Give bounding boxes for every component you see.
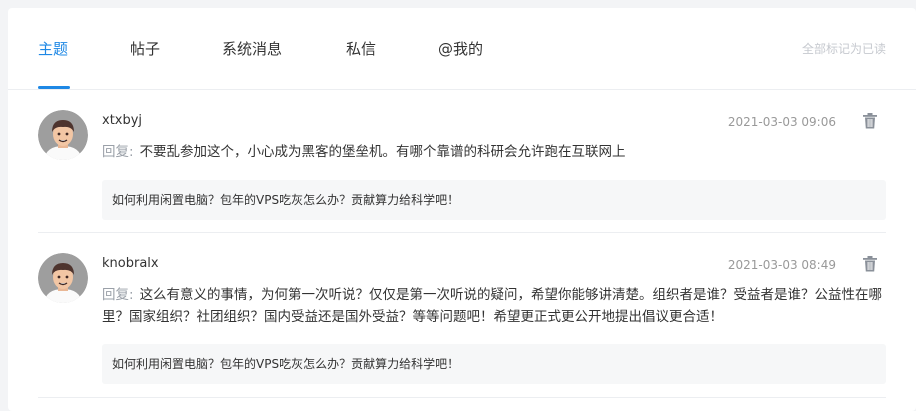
tab-topics[interactable]: 主题: [38, 38, 68, 60]
tab-bar: 主题 帖子 系统消息 私信 @我的 全部标记为已读: [8, 8, 916, 90]
quoted-topic[interactable]: 如何利用闲置电脑？包年的VPS吃灰怎么办？贡献算力给科学吧！: [102, 344, 886, 384]
timestamp: 2021-03-03 08:49: [727, 258, 836, 272]
user-avatar-icon[interactable]: [38, 110, 88, 160]
tab-private-messages[interactable]: 私信: [346, 38, 376, 60]
message-item: knobralx 2021-03-03 08:49 回复: 这么有意义的事情，为何…: [38, 233, 886, 398]
reply-label: 回复:: [102, 144, 134, 160]
username[interactable]: xtxbyj: [102, 112, 142, 130]
tab-posts[interactable]: 帖子: [130, 38, 160, 60]
mark-all-read-link[interactable]: 全部标记为已读: [802, 41, 886, 57]
active-tab-indicator: [38, 86, 70, 89]
trash-icon[interactable]: [862, 112, 878, 130]
reply-content: 回复: 这么有意义的事情，为何第一次听说？仅仅是第一次听说的疑问，希望你能够讲清楚…: [102, 284, 886, 328]
divider: [38, 397, 886, 398]
quoted-topic[interactable]: 如何利用闲置电脑？包年的VPS吃灰怎么办？贡献算力给科学吧！: [102, 180, 886, 220]
timestamp: 2021-03-03 09:06: [727, 115, 836, 129]
message-item: xtxbyj 2021-03-03 09:06 回复: 不要乱参加这个，小心成为黑…: [38, 90, 886, 233]
reply-text: 不要乱参加这个，小心成为黑客的堡垒机。有哪个靠谱的科研会允许跑在互联网上: [139, 144, 626, 160]
tab-mentions[interactable]: @我的: [438, 38, 483, 60]
reply-text: 这么有意义的事情，为何第一次听说？仅仅是第一次听说的疑问，希望你能够讲清楚。组织…: [102, 287, 883, 325]
reply-label: 回复:: [102, 287, 134, 303]
username[interactable]: knobralx: [102, 255, 159, 273]
notifications-panel: 主题 帖子 系统消息 私信 @我的 全部标记为已读 xtxbyj 2021-03…: [8, 8, 916, 411]
reply-content: 回复: 不要乱参加这个，小心成为黑客的堡垒机。有哪个靠谱的科研会允许跑在互联网上: [102, 141, 886, 163]
user-avatar-icon[interactable]: [38, 253, 88, 303]
trash-icon[interactable]: [862, 255, 878, 273]
tab-system-messages[interactable]: 系统消息: [222, 38, 282, 60]
